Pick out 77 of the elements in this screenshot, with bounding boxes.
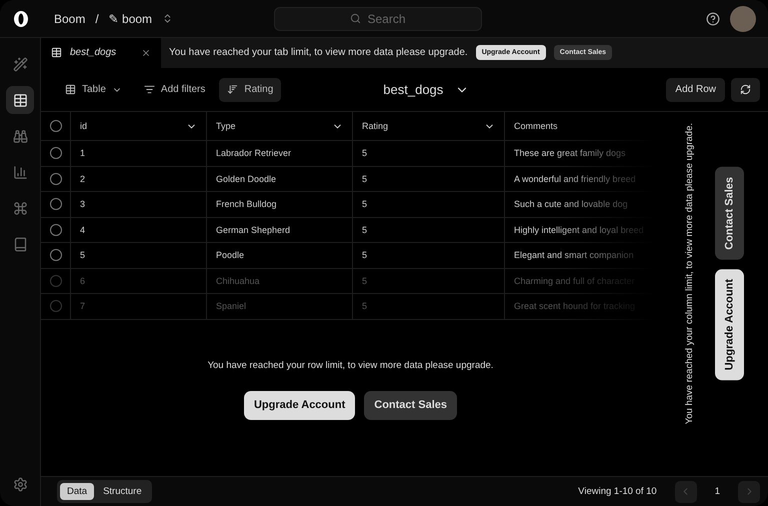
column-limit-message: You have reached your column limit, to view more data please upgrade.	[684, 123, 695, 425]
wand-icon	[12, 56, 28, 72]
checkbox[interactable]	[50, 120, 62, 132]
breadcrumb-separator: /	[95, 12, 99, 26]
table-cell: 5	[353, 268, 505, 294]
binoculars-icon	[12, 128, 28, 144]
table-cell: 5	[353, 218, 505, 243]
table-cell: 7	[71, 294, 207, 320]
checkbox[interactable]	[50, 224, 62, 236]
search-icon	[350, 13, 362, 24]
table-cell: French Bulldog	[207, 192, 353, 218]
table-cell: Spaniel	[207, 294, 353, 320]
book-icon	[12, 236, 28, 252]
view-tab[interactable]: Data	[60, 483, 94, 500]
bar-chart-icon	[12, 164, 28, 180]
table-cell: 5	[353, 243, 505, 268]
table-cell: 5	[353, 141, 505, 166]
table-cell: 5	[353, 166, 505, 192]
add-row-button[interactable]: Add Row	[666, 78, 725, 102]
checkbox[interactable]	[50, 172, 62, 185]
upgrade-button[interactable]: Upgrade Account	[715, 269, 744, 380]
table-cell: A wonderful and friendly breed	[505, 166, 655, 192]
column-header[interactable]: Rating	[353, 112, 505, 141]
upgrade-button[interactable]: Upgrade Account	[244, 390, 356, 420]
sort-button[interactable]: Rating	[219, 78, 282, 102]
table-icon	[12, 92, 28, 108]
table-cell: 4	[71, 218, 207, 243]
table-icon	[65, 84, 76, 95]
close-icon[interactable]	[141, 48, 151, 58]
table-cell: 3	[71, 192, 207, 218]
table-cell: These are great family dogs	[505, 141, 655, 166]
checkbox[interactable]	[50, 274, 62, 287]
filter-button[interactable]: Add filters	[136, 78, 214, 102]
avatar	[730, 6, 756, 32]
contact-button[interactable]: Contact Sales	[715, 167, 744, 260]
column-header[interactable]: Comments	[505, 112, 655, 141]
page-number: 1	[714, 486, 721, 497]
refresh-icon	[740, 84, 751, 95]
view-tab[interactable]: Structure	[96, 483, 149, 500]
table-cell: German Shepherd	[207, 218, 353, 243]
table-cell: 5	[353, 192, 505, 218]
checkbox[interactable]	[50, 249, 62, 262]
table-cell: 6	[71, 268, 207, 294]
help-icon[interactable]	[706, 12, 720, 26]
command-icon	[12, 200, 28, 216]
tab-limit-message: You have reached your tab limit, to view more data please upgrade.	[169, 47, 468, 58]
table-cell: Poodle	[207, 243, 353, 268]
table-cell: 1	[71, 141, 207, 166]
table-title-dropdown[interactable]: best_dogs	[377, 81, 476, 98]
table-cell: 2	[71, 166, 207, 192]
checkbox[interactable]	[50, 198, 62, 210]
table-cell: Highly intelligent and loyal breed	[505, 218, 655, 243]
checkbox[interactable]	[50, 300, 62, 312]
table-cell: Chihuahua	[207, 268, 353, 294]
pagination-info: Viewing 1-10 of 10	[578, 486, 657, 497]
settings-icon[interactable]	[12, 477, 28, 492]
sidebar-item[interactable]	[6, 86, 34, 114]
table-cell: Such a cute and lovable dog	[505, 192, 655, 218]
column-header[interactable]: id	[71, 112, 207, 141]
table-icon	[51, 47, 62, 58]
tab[interactable]: best_dogs	[41, 38, 161, 68]
workspace-name[interactable]: Boom	[54, 12, 86, 26]
project-name[interactable]: ✎ boom	[108, 12, 152, 26]
table-cell: Golden Doodle	[207, 166, 353, 192]
table-cell: 5	[71, 243, 207, 268]
table-cell: Labrador Retriever	[207, 141, 353, 166]
sort-icon	[227, 84, 238, 95]
table-cell: 5	[353, 294, 505, 320]
view-dropdown[interactable]: Table	[57, 78, 130, 102]
row-limit-message: You have reached your row limit, to view more data please upgrade.	[208, 360, 494, 370]
refresh-button[interactable]	[731, 78, 760, 102]
filter-icon	[144, 84, 155, 95]
logo-icon	[12, 10, 30, 28]
contact-button[interactable]: Contact Sales	[364, 390, 457, 420]
column-header[interactable]: Type	[207, 112, 353, 141]
table-cell: Elegant and smart companion	[505, 243, 655, 268]
checkbox[interactable]	[50, 147, 62, 160]
